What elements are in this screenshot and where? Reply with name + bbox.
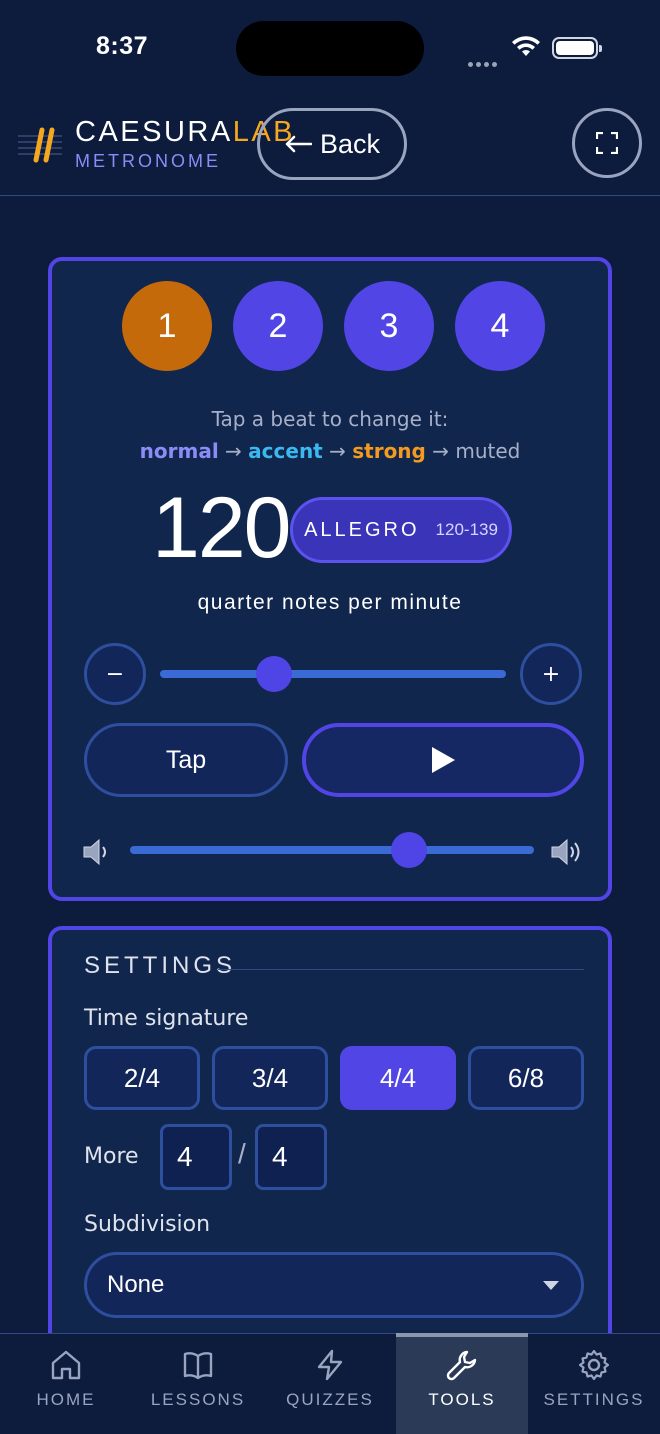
nav-lessons[interactable]: LESSONS (132, 1334, 264, 1434)
nav-quizzes[interactable]: QUIZZES (264, 1334, 396, 1434)
tempo-slider[interactable] (160, 670, 506, 678)
volume-slider[interactable] (130, 846, 534, 854)
increment-tempo-button[interactable]: + (520, 643, 582, 705)
bpm-unit: quarter notes per minute (197, 591, 463, 614)
volume-high-icon (551, 838, 580, 866)
metronome-card: 1 2 3 4 Tap a beat to change it: normal … (48, 257, 612, 901)
bpm-value: 120 (152, 480, 291, 576)
tempo-name: ALLEGRO (304, 518, 420, 541)
nav-label: QUIZZES (286, 1390, 374, 1409)
back-label: Back (319, 128, 381, 159)
nav-settings[interactable]: SETTINGS (528, 1334, 660, 1434)
beat-2[interactable]: 2 (233, 281, 323, 371)
home-icon (51, 1350, 81, 1380)
beat-hint: Tap a beat to change it: (211, 407, 449, 431)
wifi-icon (512, 36, 540, 56)
battery-icon (552, 37, 602, 59)
decrement-tempo-button[interactable]: − (84, 643, 146, 705)
fullscreen-button[interactable] (572, 108, 642, 178)
arrow-left-icon (285, 135, 312, 153)
subdivision-label: Subdivision (84, 1212, 211, 1237)
volume-slider-thumb[interactable] (390, 832, 427, 868)
tempo-marking-badge: ALLEGRO 120-139 (290, 497, 512, 563)
status-bar: 8:37 (0, 0, 660, 96)
book-icon (183, 1352, 213, 1380)
chevron-down-icon (543, 1281, 559, 1290)
tempo-range: 120-139 (435, 520, 498, 539)
nav-home[interactable]: HOME (0, 1334, 132, 1434)
nav-label: HOME (36, 1390, 96, 1409)
bottom-nav: HOME LESSONS QUIZZES TOOLS SETTINGS (0, 1333, 660, 1434)
time-signature-slash: / (238, 1138, 246, 1169)
time-signature-label: Time signature (84, 1006, 249, 1031)
subdivision-select[interactable]: None (84, 1252, 584, 1318)
beat-3[interactable]: 3 (344, 281, 434, 371)
time-signature-6-8[interactable]: 6/8 (468, 1046, 584, 1110)
back-button[interactable]: Back (257, 108, 407, 180)
nav-label: SETTINGS (543, 1390, 645, 1409)
settings-divider (218, 969, 584, 970)
tap-tempo-button[interactable]: Tap (84, 723, 288, 797)
brand-name-primary: CAESURA (75, 116, 233, 148)
legend-strong: strong (352, 439, 426, 463)
legend-accent: accent (248, 439, 323, 463)
status-time: 8:37 (96, 32, 149, 60)
time-signature-4-4[interactable]: 4/4 (340, 1046, 456, 1110)
logo-icon (18, 127, 62, 163)
custom-denominator-input[interactable]: 4 (255, 1124, 327, 1190)
legend-arrow: → (329, 439, 346, 463)
settings-title: SETTINGS (84, 952, 237, 979)
custom-numerator-input[interactable]: 4 (160, 1124, 232, 1190)
dynamic-island (236, 21, 424, 76)
legend-normal: normal (139, 439, 219, 463)
legend-arrow: → (432, 439, 449, 463)
beat-4[interactable]: 4 (455, 281, 545, 371)
settings-card: SETTINGS Time signature 2/4 3/4 4/4 6/8 … (48, 926, 612, 1356)
legend-arrow: → (225, 439, 242, 463)
cellular-signal-icon (468, 52, 502, 67)
play-icon (432, 747, 455, 773)
beat-row: 1 2 3 4 (122, 281, 545, 371)
lightning-icon (317, 1349, 343, 1381)
time-signature-2-4[interactable]: 2/4 (84, 1046, 200, 1110)
tempo-slider-thumb[interactable] (256, 656, 293, 692)
legend-muted: muted (455, 439, 521, 463)
fullscreen-icon (596, 132, 618, 154)
app-header: CAESURALAB METRONOME Back (0, 96, 660, 196)
wrench-icon (446, 1350, 477, 1381)
beat-1[interactable]: 1 (122, 281, 212, 371)
gear-icon (578, 1349, 610, 1381)
nav-tools[interactable]: TOOLS (396, 1333, 528, 1434)
beat-legend: normal → accent → strong → muted (52, 439, 608, 463)
play-button[interactable] (302, 723, 584, 797)
volume-low-icon (83, 838, 106, 866)
nav-label: TOOLS (428, 1390, 496, 1409)
time-signature-3-4[interactable]: 3/4 (212, 1046, 328, 1110)
nav-label: LESSONS (150, 1390, 246, 1409)
more-label: More (84, 1144, 139, 1169)
subdivision-value: None (107, 1271, 165, 1298)
